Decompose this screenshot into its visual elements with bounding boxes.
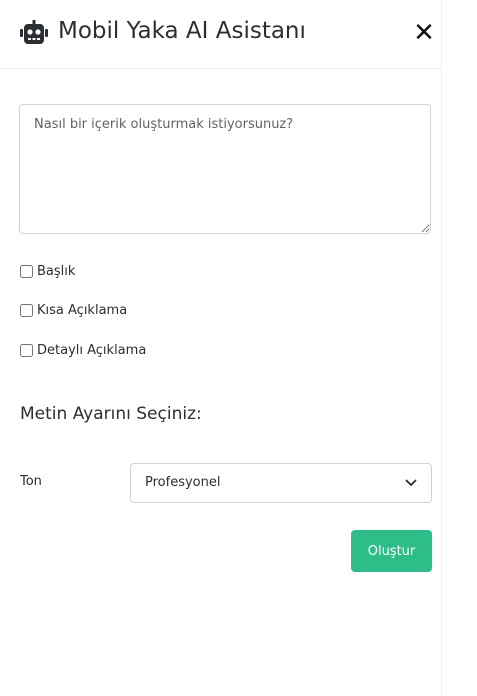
create-button[interactable]: Oluştur: [351, 530, 432, 572]
option-detailed-desc-checkbox[interactable]: [20, 343, 33, 357]
prompt-area: [19, 104, 431, 234]
option-title-label[interactable]: Başlık: [37, 264, 75, 279]
tone-select-value[interactable]: Profesyonel: [145, 475, 220, 490]
option-detailed-desc-label[interactable]: Detaylı Açıklama: [37, 343, 146, 358]
close-button[interactable]: ✕: [411, 20, 437, 46]
tone-label: Ton: [20, 474, 42, 489]
tone-select[interactable]: Profesyonel: [130, 463, 432, 503]
panel-title: Mobil Yaka AI Asistanı: [58, 18, 306, 44]
option-short-desc-label[interactable]: Kısa Açıklama: [37, 303, 127, 318]
prompt-textarea[interactable]: [19, 104, 431, 234]
option-title-row[interactable]: Başlık: [20, 263, 75, 279]
option-short-desc-row[interactable]: Kısa Açıklama: [20, 302, 127, 318]
ai-assistant-panel: Mobil Yaka AI Asistanı ✕ Başlık Kısa Açı…: [0, 0, 442, 696]
robot-icon: [20, 20, 48, 44]
option-detailed-desc-row[interactable]: Detaylı Açıklama: [20, 342, 146, 358]
option-short-desc-checkbox[interactable]: [20, 303, 33, 317]
chevron-down-icon[interactable]: [405, 478, 417, 488]
settings-section-title: Metin Ayarını Seçiniz:: [20, 404, 202, 424]
close-icon[interactable]: ✕: [413, 18, 435, 48]
panel-header: Mobil Yaka AI Asistanı ✕: [0, 0, 441, 69]
option-title-checkbox[interactable]: [20, 264, 33, 278]
